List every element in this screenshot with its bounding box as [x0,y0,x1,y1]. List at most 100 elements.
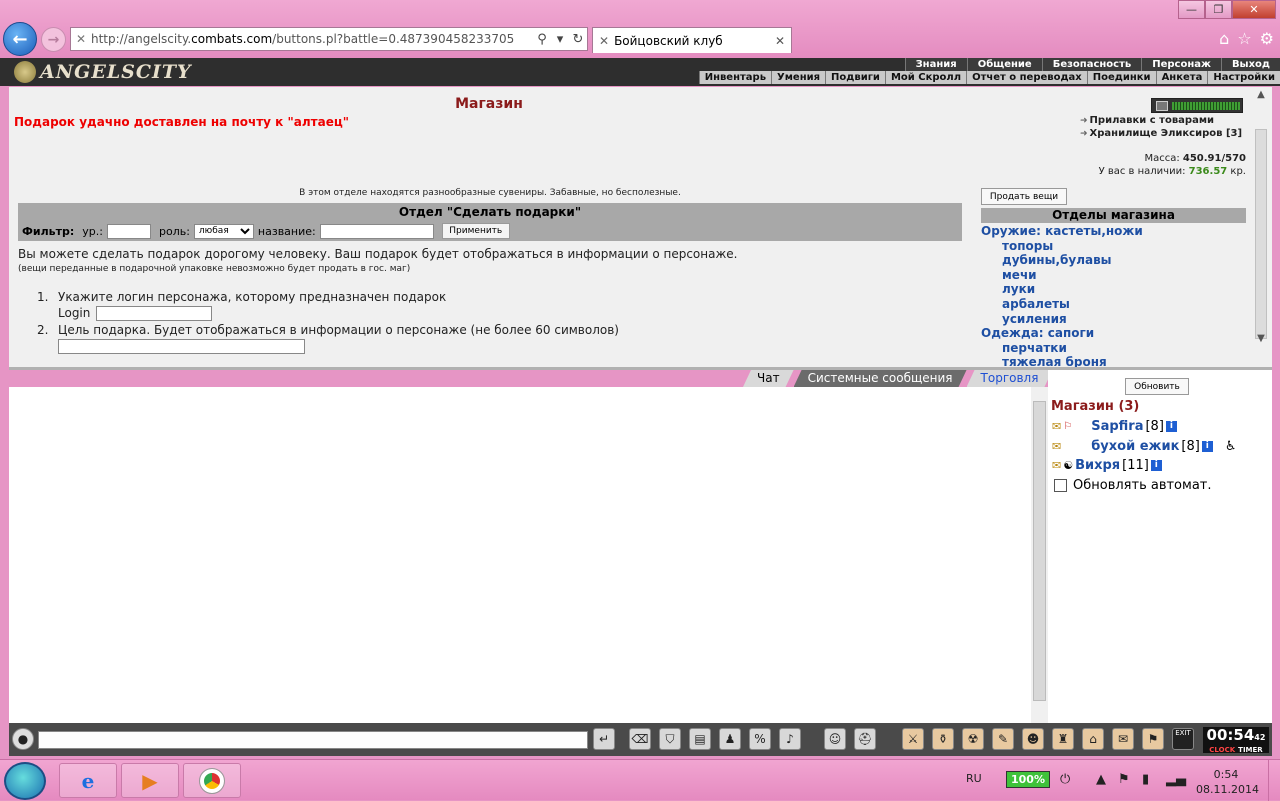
shop-scrollbar[interactable]: ▲ ▼ [1254,89,1268,364]
dept-heavy-armor[interactable]: тяжелая броня [981,355,1143,367]
submenu-inventory[interactable]: Инвентарь [698,71,771,84]
filter-icon[interactable]: ⛉ [659,728,681,750]
search-icon[interactable]: ⚲ [533,32,551,47]
menu-character[interactable]: Персонаж [1141,58,1221,71]
submenu-profile[interactable]: Анкета [1155,71,1208,84]
menu-communication[interactable]: Общение [966,58,1042,71]
dept-gloves[interactable]: перчатки [981,341,1143,356]
online-nick[interactable]: Sapfira [1091,419,1143,434]
house-icon[interactable]: ⌂ [1082,728,1104,750]
name-input[interactable] [319,223,434,239]
submenu-transfers[interactable]: Отчет о переводах [966,71,1087,84]
tab-trade[interactable]: Торговля [967,370,1053,387]
scroll-down-icon[interactable]: ▼ [1254,333,1268,344]
sell-items-button[interactable]: Продать вещи [981,188,1067,205]
start-button[interactable] [4,762,46,800]
online-user[interactable]: ✉ ☯ Вихря [11] i [1052,458,1162,473]
auto-refresh-checkbox[interactable] [1054,479,1067,492]
send-icon[interactable]: ↵ [593,728,615,750]
battle-icon[interactable]: ⚔ [902,728,924,750]
maximize-button[interactable]: ❐ [1205,0,1232,19]
info-icon[interactable]: i [1150,460,1162,471]
forward-button[interactable]: → [41,27,66,52]
dropdown-chevron-icon[interactable]: ▾ [551,32,569,47]
submenu-feats[interactable]: Подвиги [825,71,885,84]
bag-icon[interactable]: ⚱ [932,728,954,750]
minimize-button[interactable]: — [1178,0,1205,19]
back-button[interactable]: ← [3,22,37,56]
helm-icon[interactable]: ♜ [1052,728,1074,750]
chat-scrollbar[interactable] [1031,387,1048,723]
submenu-settings[interactable]: Настройки [1207,71,1280,84]
network-icon[interactable]: ▮ [1142,772,1149,787]
private-arrow-icon[interactable]: ✉ [1052,459,1061,472]
online-nick[interactable]: бухой ежик [1091,439,1179,454]
scroll-icon[interactable]: ✎ [992,728,1014,750]
gift-purpose-input[interactable] [58,339,305,354]
flag-icon[interactable]: ⚑ [1142,728,1164,750]
flag-tray-icon[interactable]: ⚑ [1118,772,1130,787]
person-icon[interactable]: ♟ [719,728,741,750]
show-desktop-button[interactable] [1268,760,1280,801]
chat-mode-icon[interactable]: ● [12,728,34,750]
apply-filter-button[interactable]: Применить [441,223,510,239]
dept-axes[interactable]: топоры [981,239,1143,254]
helmet-icon[interactable]: ⛑ [854,728,876,750]
exit-button[interactable]: EXIT [1172,728,1194,750]
dept-crossbows[interactable]: арбалеты [981,297,1143,312]
chrome-icon[interactable] [183,763,241,798]
dept-clothing[interactable]: Одежда: сапоги [981,326,1143,341]
browser-tab[interactable]: ✕ Бойцовский клуб ✕ [592,27,792,53]
media-player-icon[interactable]: ▶ [121,763,179,798]
info-icon[interactable]: i [1201,441,1213,452]
role-select[interactable]: любая [193,223,254,239]
taskbar-clock[interactable]: 0:54 08.11.2014 [1196,767,1259,797]
dept-maces[interactable]: дубины,булавы [981,253,1143,268]
online-user[interactable]: ✉ ⚐ Sapfira [8] i [1052,419,1177,434]
menu-security[interactable]: Безопасность [1041,58,1142,71]
auto-refresh-option[interactable]: Обновлять автомат. [1054,478,1212,493]
battery-indicator[interactable]: 100% [1006,771,1050,788]
online-user[interactable]: ✉ бухой ежик [8] i ♿ [1052,439,1237,454]
info-icon[interactable]: i [1165,421,1177,432]
mask-icon[interactable]: ☻ [1022,728,1044,750]
save-icon[interactable]: ▤ [689,728,711,750]
dept-swords[interactable]: мечи [981,268,1143,283]
scroll-thumb[interactable] [1255,129,1267,339]
tab-chat[interactable]: Чат [743,370,794,387]
settings-gear-icon[interactable]: ⚙ [1260,29,1274,48]
mail-icon[interactable]: ✉ [1112,728,1134,750]
language-indicator[interactable]: RU [966,772,982,785]
home-icon[interactable]: ⌂ [1219,29,1229,48]
close-window-button[interactable]: ✕ [1232,0,1276,19]
sound-icon[interactable]: ♪ [779,728,801,750]
smiles-icon[interactable]: ☺ [824,728,846,750]
internet-explorer-icon[interactable]: e [59,763,117,798]
refresh-icon[interactable]: ↻ [569,32,587,47]
timer-label[interactable]: TIMER [1238,746,1263,754]
private-arrow-icon[interactable]: ✉ [1052,440,1061,453]
dept-weapons[interactable]: Оружие: кастеты,ножи [981,224,1143,239]
plug-icon[interactable]: ⏻ [1060,772,1070,787]
eraser-icon[interactable]: ⌫ [629,728,651,750]
url-text[interactable]: http://angelscity.combats.com/buttons.pl… [91,32,533,46]
chat-input[interactable] [38,731,588,749]
chat-scroll-thumb[interactable] [1033,401,1046,701]
favorites-star-icon[interactable]: ☆ [1237,29,1251,48]
signal-icon[interactable]: ▂▄ [1166,772,1186,787]
tab-close-icon[interactable]: ✕ [775,34,785,48]
address-bar[interactable]: ✕ http://angelscity.combats.com/buttons.… [70,27,588,51]
arrow-up-icon[interactable]: ▲ [1096,772,1106,787]
link-counters[interactable]: Прилавки с товарами [1080,115,1214,126]
dept-bows[interactable]: луки [981,282,1143,297]
clan-icon[interactable]: ☢ [962,728,984,750]
menu-knowledge[interactable]: Знания [904,58,967,71]
submenu-battles[interactable]: Поединки [1086,71,1156,84]
dept-enhancements[interactable]: усиления [981,312,1143,327]
private-arrow-icon[interactable]: ✉ [1052,420,1061,433]
submenu-skills[interactable]: Умения [771,71,825,84]
menu-exit[interactable]: Выход [1220,58,1280,71]
online-nick[interactable]: Вихря [1075,458,1120,473]
level-input[interactable] [106,223,151,239]
tab-system-messages[interactable]: Системные сообщения [794,370,967,387]
